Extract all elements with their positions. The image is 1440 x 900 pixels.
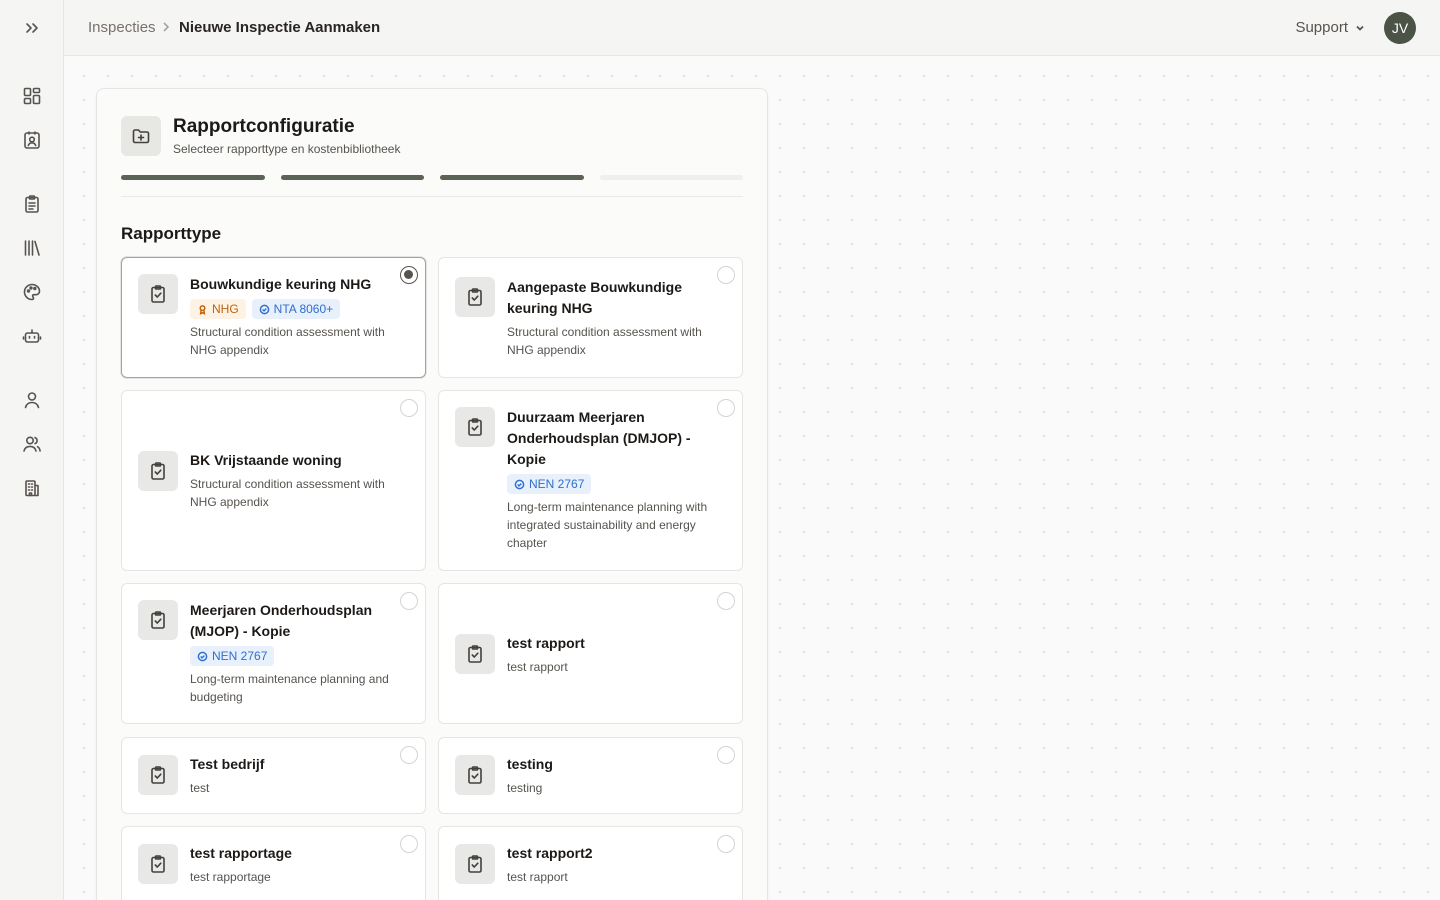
badge-nta: NTA 8060+ [251, 299, 341, 319]
sidebar-item-organization[interactable] [20, 476, 44, 500]
support-label: Support [1295, 19, 1348, 36]
badge-nen: NEN 2767 [190, 646, 275, 666]
main-content: Rapportconfiguratie Selecteer rapporttyp… [64, 56, 1440, 900]
clipboard-check-icon [455, 634, 495, 674]
clipboard-check-icon [138, 451, 178, 491]
step-4 [599, 175, 743, 180]
report-type-card[interactable]: BK Vrijstaande woning Structural conditi… [121, 390, 426, 571]
card-radio[interactable] [400, 399, 418, 417]
card-description: test rapportage [190, 870, 271, 884]
users-icon [23, 436, 41, 452]
card-title: test rapportage [190, 845, 292, 861]
award-icon [199, 304, 206, 315]
sidebar-item-team[interactable] [20, 432, 44, 456]
sidebar-item-contacts[interactable] [20, 128, 44, 152]
badge-nen: NEN 2767 [507, 474, 592, 494]
card-title: Duurzaam Meerjaren Onderhoudsplan (DMJOP… [507, 409, 691, 467]
card-radio[interactable] [717, 592, 735, 610]
chevron-down-icon [1356, 25, 1364, 31]
panel-title: Rapportconfiguratie [173, 116, 355, 137]
breadcrumb-current: Nieuwe Inspectie Aanmaken [179, 19, 381, 36]
card-radio[interactable] [400, 835, 418, 853]
step-1 [121, 175, 265, 180]
palette-icon [23, 283, 41, 301]
report-type-card[interactable]: Bouwkundige keuring NHG NHG NTA 8060+ St… [121, 257, 426, 378]
sidebar-item-inspections[interactable] [20, 192, 44, 216]
avatar[interactable]: JV [1384, 12, 1416, 44]
clipboard-check-icon [455, 277, 495, 317]
card-description: testing [507, 781, 543, 795]
check-circle-icon [514, 479, 525, 489]
card-description: Structural condition assessment with NHG… [190, 325, 385, 357]
card-title: test rapport [507, 635, 585, 651]
report-type-card[interactable]: test rapportage test rapportage [121, 826, 426, 900]
card-title: test rapport2 [507, 845, 593, 861]
sidebar-item-dashboard[interactable] [20, 84, 44, 108]
report-config-panel: Rapportconfiguratie Selecteer rapporttyp… [96, 88, 768, 900]
report-type-card[interactable]: test rapport test rapport [438, 583, 743, 724]
building-icon [25, 480, 39, 497]
card-description: test rapport [507, 870, 568, 884]
clipboard-check-icon [455, 407, 495, 447]
card-title: BK Vrijstaande woning [190, 452, 342, 468]
top-header: Inspecties Nieuwe Inspectie Aanmaken Sup… [64, 0, 1440, 56]
card-title: Aangepaste Bouwkundige keuring NHG [507, 279, 683, 316]
sidebar-item-theme[interactable] [20, 280, 44, 304]
contact-card-icon [24, 131, 40, 149]
divider [121, 196, 743, 197]
clipboard-check-icon [455, 755, 495, 795]
chevron-right-icon [160, 20, 172, 34]
report-type-card[interactable]: testing testing [438, 737, 743, 814]
robot-icon [22, 329, 42, 343]
check-circle-icon [259, 304, 270, 314]
report-type-card[interactable]: Meerjaren Onderhoudsplan (MJOP) - Kopie … [121, 583, 426, 724]
card-radio[interactable] [717, 266, 735, 284]
report-type-card[interactable]: Test bedrijf test [121, 737, 426, 814]
card-title: Test bedrijf [190, 756, 265, 772]
clipboard-check-icon [138, 755, 178, 795]
sidebar [0, 0, 64, 900]
library-icon [24, 240, 40, 256]
folder-plus-icon [121, 116, 161, 156]
expand-icon [26, 23, 38, 33]
support-dropdown[interactable]: Support [1295, 19, 1366, 36]
step-2 [280, 175, 424, 180]
card-radio[interactable] [717, 746, 735, 764]
step-3 [440, 175, 584, 180]
card-radio[interactable] [400, 592, 418, 610]
card-radio[interactable] [717, 399, 735, 417]
check-circle-icon [197, 651, 208, 661]
card-title: Meerjaren Onderhoudsplan (MJOP) - Kopie [190, 602, 373, 639]
card-title: Bouwkundige keuring NHG [190, 276, 372, 292]
card-radio[interactable] [717, 835, 735, 853]
card-description: test rapport [507, 660, 568, 674]
clipboard-check-icon [455, 844, 495, 884]
clipboard-check-icon [138, 844, 178, 884]
panel-subtitle: Selecteer rapporttype en kostenbibliothe… [173, 142, 401, 156]
clipboard-check-icon [138, 274, 178, 314]
user-icon [24, 392, 40, 409]
step-progress [121, 175, 743, 180]
card-description: Long-term maintenance planning and budge… [190, 672, 389, 704]
card-radio[interactable] [400, 266, 418, 284]
section-title-report-type: Rapporttype [121, 224, 222, 243]
badge-nhg: NHG [190, 299, 246, 319]
sidebar-item-library[interactable] [20, 236, 44, 260]
breadcrumb-inspections-link[interactable]: Inspecties [88, 19, 156, 36]
card-title: testing [507, 756, 553, 772]
report-type-card[interactable]: Duurzaam Meerjaren Onderhoudsplan (DMJOP… [438, 390, 743, 571]
card-description: Structural condition assessment with NHG… [190, 477, 385, 509]
expand-sidebar-button[interactable] [20, 16, 44, 40]
report-type-card[interactable]: test rapport2 test rapport [438, 826, 743, 900]
card-description: Structural condition assessment with NHG… [507, 325, 702, 357]
clipboard-list-icon [25, 195, 39, 213]
dashboard-icon [23, 87, 41, 105]
card-description: test [190, 781, 210, 795]
clipboard-check-icon [138, 600, 178, 640]
report-type-card[interactable]: Aangepaste Bouwkundige keuring NHG Struc… [438, 257, 743, 378]
card-radio[interactable] [400, 746, 418, 764]
sidebar-item-assistant[interactable] [20, 324, 44, 348]
sidebar-item-profile[interactable] [20, 388, 44, 412]
card-description: Long-term maintenance planning with inte… [507, 500, 708, 550]
